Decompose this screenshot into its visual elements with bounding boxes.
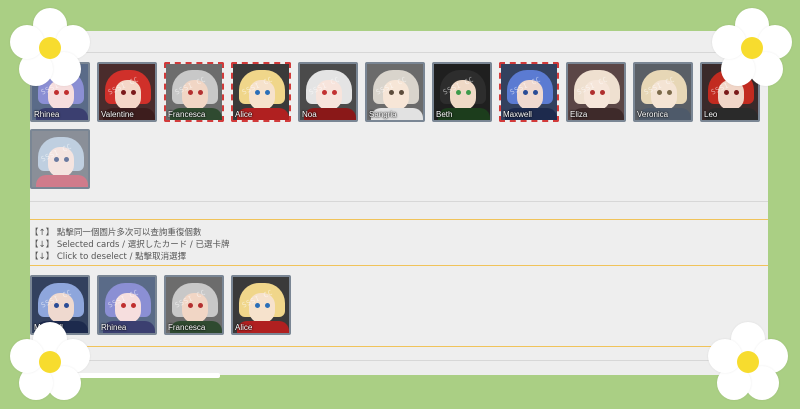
card-name: Rhinea (34, 110, 60, 119)
card-name: Leo (704, 110, 718, 119)
pool-card[interactable]: SSSI CC Valentine (97, 62, 157, 122)
pool-card[interactable]: SSSI CC Eliza (566, 62, 626, 122)
card-name: Beth (436, 110, 453, 119)
pool-card[interactable]: SSSI CC (30, 129, 90, 189)
info-line-3: 【↓】 Click to deselect / 點擊取消選擇 (30, 252, 187, 262)
selected-card[interactable]: SSSI CC Francesca (164, 275, 224, 335)
card-name: Rhinea (101, 323, 127, 332)
info-line-2: 【↓】 Selected cards / 選択したカード / 已選卡牌 (30, 240, 230, 250)
pool-card[interactable]: SSSI CC Noa (298, 62, 358, 122)
card-name: Francesca (168, 323, 206, 332)
pool-card[interactable]: SSSI CC Alice (231, 62, 291, 122)
selected-card[interactable]: SSSI CC Alice (231, 275, 291, 335)
card-name: Veronica (637, 110, 669, 119)
bottom-divider (30, 360, 768, 361)
card-name: Francesca (168, 110, 206, 119)
flower-decoration-top-right (712, 8, 792, 88)
pool-divider (30, 201, 768, 202)
card-name: Valentine (101, 110, 134, 119)
pool-card[interactable]: SSSI CC Beth (432, 62, 492, 122)
flower-decoration-bottom-left (10, 322, 90, 402)
pool-card[interactable]: SSSI CC Maxwell (499, 62, 559, 122)
pool-card[interactable]: SSSI CC Veronica (633, 62, 693, 122)
card-panel: SSSI CC Rhinea SSSI CC Valentine SSSI CC Fran… (30, 31, 768, 375)
card-name: Alice (235, 110, 253, 119)
info-line-1: 【↑】 點擊同一個圖片多次可以查詢重復個數 (30, 228, 202, 238)
card-name: Noa (302, 110, 317, 119)
pool-card[interactable]: SSSI CC Sangria (365, 62, 425, 122)
selected-bottom-line (30, 346, 768, 347)
flower-decoration-top-left (10, 8, 90, 88)
selected-card[interactable]: SSSI CC Rhinea (97, 275, 157, 335)
pool-card[interactable]: SSSI CC Francesca (164, 62, 224, 122)
info-top-line (30, 219, 768, 220)
card-name: Sangria (369, 110, 397, 119)
flower-decoration-bottom-right (708, 322, 788, 402)
card-name: Eliza (570, 110, 588, 119)
info-bottom-line (30, 265, 768, 266)
card-name: Alice (235, 323, 253, 332)
top-divider (30, 52, 768, 53)
card-name: Maxwell (503, 110, 532, 119)
